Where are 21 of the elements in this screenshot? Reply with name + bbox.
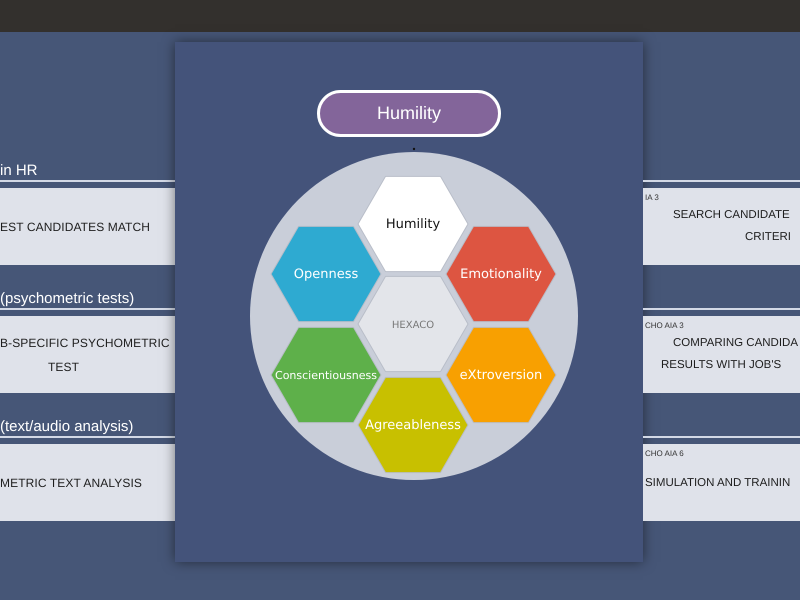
dot-mark (412, 148, 416, 150)
card-text: EST CANDIDATES MATCH (0, 218, 150, 236)
card-text: COMPARING CANDIDA (672, 336, 800, 351)
card-text: RESULTS WITH JOB'S (660, 358, 782, 373)
card-text: SIMULATION AND TRAININ (645, 476, 792, 491)
trait-label: Conscientiousness (275, 369, 377, 382)
card-label: CHO AIA 3 (645, 320, 685, 332)
card-label: CHO AIA 6 (645, 448, 685, 460)
card-label: IA 3 (645, 192, 660, 204)
trait-label: Emotionality (460, 267, 542, 282)
trait-label: Humility (386, 217, 440, 232)
card-text: CRITERI (744, 230, 792, 245)
trait-label: Agreeableness (365, 418, 461, 433)
card-text: TEST (47, 358, 80, 376)
trait-label: Openness (294, 267, 358, 282)
card-text: SEARCH CANDIDATE (672, 208, 791, 223)
title-pill: Humility (317, 90, 501, 137)
card-text: B-SPECIFIC PSYCHOMETRIC (0, 334, 170, 352)
card-text: METRIC TEXT ANALYSIS (0, 474, 142, 492)
trait-label: HEXACO (392, 320, 434, 331)
trait-label: eXtroversion (460, 368, 542, 383)
